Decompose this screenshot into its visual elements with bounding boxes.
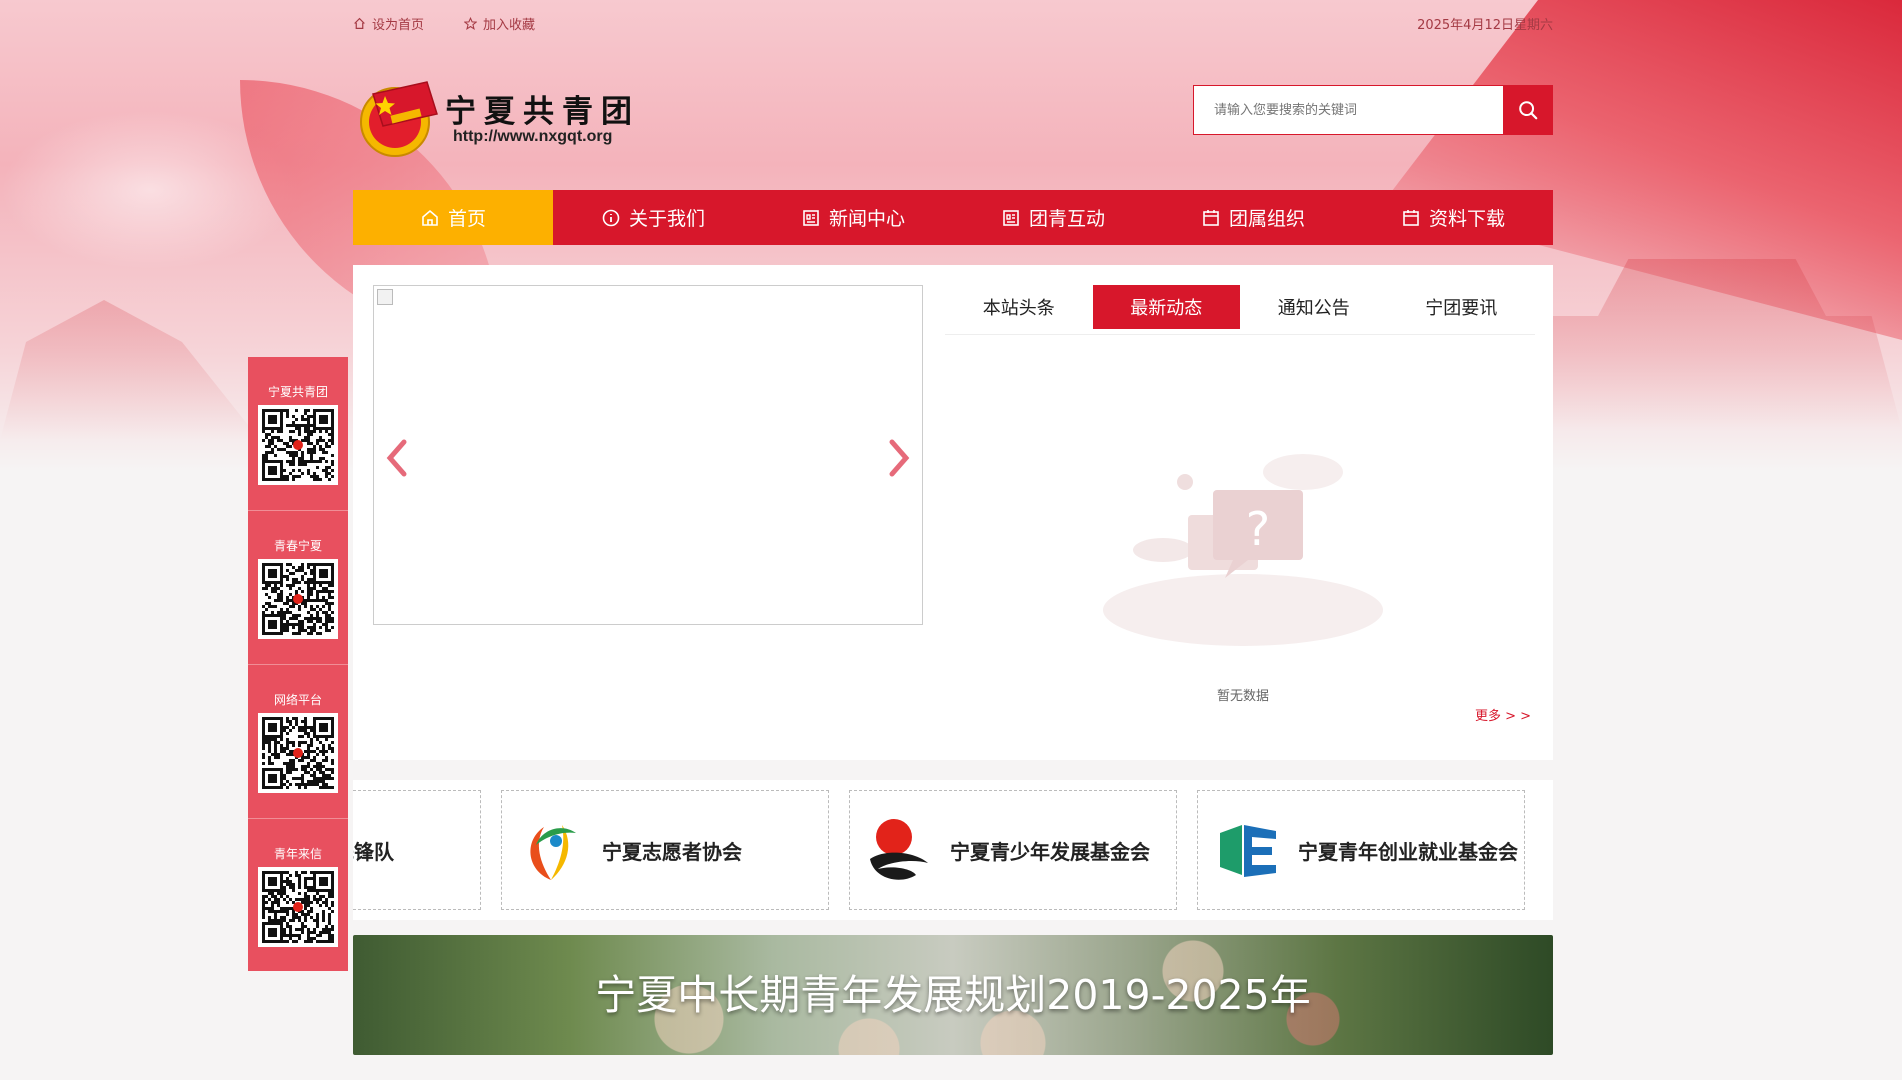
qr-code-icon — [258, 867, 338, 947]
nav-label: 资料下载 — [1428, 208, 1505, 230]
chevron-left-icon[interactable] — [382, 436, 412, 480]
promo-banner[interactable]: 宁夏中长期青年发展规划2019-2025年 — [353, 935, 1553, 1055]
set-home-link[interactable]: 设为首页 — [353, 14, 424, 33]
qr-label: 青春宁夏 — [273, 539, 322, 553]
tab-headlines[interactable]: 本站头条 — [945, 285, 1093, 329]
youth-league-emblem-icon — [360, 81, 438, 157]
qr-label: 宁夏共青团 — [267, 385, 328, 399]
main-nav: 首页 关于我们 新闻中心 团青互动 团属组织 资料下载 — [353, 190, 1553, 245]
partner-name: 宁夏青少年发展基金会 — [950, 839, 1150, 864]
qr-code-icon — [258, 559, 338, 639]
search-icon — [1519, 101, 1538, 120]
tab-league-news[interactable]: 宁团要讯 — [1388, 285, 1536, 329]
home-icon — [354, 17, 365, 29]
tab-latest[interactable]: 最新动态 — [1092, 285, 1240, 329]
qr-item[interactable]: 宁夏共青团 — [248, 357, 348, 511]
partner-name: 宁夏志愿者协会 — [602, 839, 742, 864]
add-favorite-label: 加入收藏 — [483, 18, 536, 33]
site-title: 宁夏共青团 — [445, 94, 640, 130]
partner-card[interactable]: 宁夏青年创业就业基金会 — [1197, 790, 1525, 910]
site-url: http://www.nxgqt.org — [453, 128, 613, 145]
nav-item-interaction[interactable]: 团青互动 — [953, 190, 1153, 245]
banner-title: 宁夏中长期青年发展规划2019-2025年 — [595, 971, 1311, 1019]
search-input[interactable] — [1193, 85, 1503, 135]
add-favorite-link[interactable]: 加入收藏 — [464, 14, 535, 33]
nav-label: 团属组织 — [1228, 208, 1305, 230]
nav-item-downloads[interactable]: 资料下载 — [1353, 190, 1553, 245]
qr-item[interactable]: 青春宁夏 — [248, 511, 348, 665]
more-link[interactable]: 更多 > > — [1475, 705, 1531, 724]
star-icon — [464, 17, 478, 30]
news-section: 本站头条 最新动态 通知公告 宁团要讯 ? 暂无数据 更多 > > — [353, 265, 1553, 760]
qr-label: 青年来信 — [273, 847, 322, 861]
broken-image-icon — [377, 289, 393, 305]
search-button[interactable] — [1503, 85, 1553, 135]
nav-label: 首页 — [447, 208, 486, 230]
svg-text:?: ? — [1246, 502, 1270, 556]
nav-item-news[interactable]: 新闻中心 — [753, 190, 953, 245]
partner-name: 宁夏少年先锋队 — [353, 839, 394, 864]
nav-item-organizations[interactable]: 团属组织 — [1153, 190, 1353, 245]
chevron-right-icon[interactable] — [884, 436, 914, 480]
nav-label: 团青互动 — [1028, 208, 1105, 230]
site-logo[interactable]: 宁夏共青团 http://www.nxgqt.org — [353, 72, 653, 164]
tab-notices[interactable]: 通知公告 — [1240, 285, 1388, 329]
youth-employment-foundation-logo-icon — [1220, 825, 1276, 877]
search-bar — [1193, 85, 1553, 135]
nav-item-home[interactable]: 首页 — [353, 190, 553, 245]
qr-code-panel: 宁夏共青团 青春宁夏 网络平台 青年来信 — [248, 357, 348, 971]
info-icon — [602, 209, 620, 226]
qr-code-icon — [258, 405, 338, 485]
partner-card[interactable]: 宁夏青少年发展基金会 — [849, 790, 1177, 910]
partner-card[interactable]: 宁夏少年先锋队 — [353, 790, 481, 910]
news-tabs: 本站头条 最新动态 通知公告 宁团要讯 — [945, 285, 1535, 335]
set-home-label: 设为首页 — [372, 18, 425, 33]
qr-code-icon — [258, 713, 338, 793]
volunteer-association-logo-icon — [530, 825, 576, 880]
news-icon — [803, 209, 819, 226]
calendar-icon — [1203, 209, 1219, 226]
home-icon — [422, 209, 438, 226]
qr-label: 网络平台 — [273, 693, 322, 707]
calendar-icon — [1403, 209, 1419, 226]
qr-item[interactable]: 网络平台 — [248, 665, 348, 819]
nav-label: 关于我们 — [628, 208, 705, 230]
news-icon — [1003, 209, 1019, 226]
nav-item-about[interactable]: 关于我们 — [553, 190, 753, 245]
current-date: 2025年4月12日星期六 — [1417, 18, 1553, 33]
partner-name: 宁夏青年创业就业基金会 — [1298, 839, 1518, 864]
top-bar: 设为首页 加入收藏 2025年4月12日星期六 — [353, 14, 1553, 36]
nav-label: 新闻中心 — [828, 208, 905, 230]
image-carousel[interactable] — [373, 285, 923, 625]
building-decoration-left — [0, 300, 260, 440]
youth-foundation-logo-icon — [870, 819, 928, 880]
empty-state-text: 暂无数据 — [1216, 689, 1269, 704]
empty-state-icon: ? — [1103, 454, 1383, 646]
partner-card[interactable]: 宁夏志愿者协会 — [501, 790, 829, 910]
partner-strip: 宁夏少年先锋队 宁夏志愿者协会 宁夏青少年发展基金会 — [353, 780, 1553, 920]
qr-item[interactable]: 青年来信 — [248, 819, 348, 973]
